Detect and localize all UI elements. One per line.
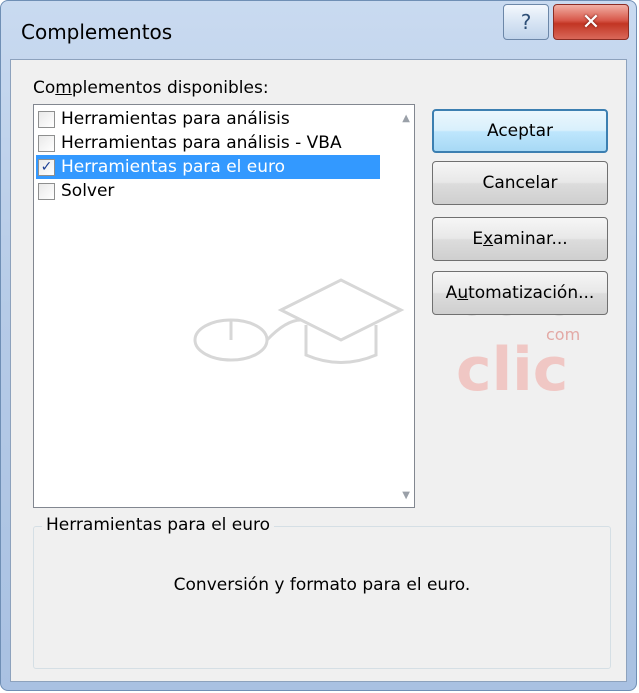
addin-description-text: Conversión y formato para el euro. [173, 575, 471, 595]
list-item-label: Herramientas para análisis - VBA [61, 133, 342, 153]
add-ins-dialog: Complementos ? ✕ Complementos disponible… [0, 0, 637, 691]
automation-button[interactable]: Au tomatización... [432, 271, 608, 315]
cancel-button[interactable]: Cancelar [432, 161, 608, 205]
list-item-analysis-toolpak-vba[interactable]: Herramientas para análisis - VBA [36, 131, 380, 155]
checkbox-euro-tools[interactable]: ✓ [38, 158, 55, 176]
scroll-down-arrow-icon[interactable]: ▼ [402, 490, 410, 501]
close-icon: ✕ [581, 9, 601, 35]
checkbox-analysis-toolpak[interactable] [38, 110, 55, 128]
addin-description-title: Herramientas para el euro [42, 515, 275, 535]
svg-text:clic: clic [456, 335, 568, 405]
checkbox-solver[interactable] [38, 182, 55, 200]
available-addins-label: Complementos disponibles: [33, 78, 269, 98]
help-button[interactable]: ? [503, 4, 549, 40]
list-item-euro-tools[interactable]: ✓ Herramientas para el euro [36, 155, 380, 179]
svg-text:com: com [546, 325, 580, 344]
scroll-up-arrow-icon[interactable]: ▲ [402, 113, 410, 124]
list-item-solver[interactable]: Solver [36, 179, 380, 203]
checkmark-icon: ✓ [40, 159, 53, 175]
addins-listbox[interactable]: Herramientas para análisis Herramientas … [33, 104, 415, 508]
list-item-label: Herramientas para el euro [61, 157, 286, 177]
title-bar[interactable]: Complementos ? ✕ [1, 1, 636, 59]
close-button[interactable]: ✕ [553, 4, 629, 40]
help-icon: ? [520, 10, 532, 34]
list-item-label: Solver [61, 181, 115, 201]
dialog-body: Complementos disponibles: Herramientas p… [10, 59, 627, 682]
accept-button[interactable]: Aceptar [432, 109, 608, 153]
browse-button[interactable]: Ex aminar... [432, 217, 608, 261]
list-item-label: Herramientas para análisis [61, 109, 290, 129]
checkbox-analysis-toolpak-vba[interactable] [38, 134, 55, 152]
list-item-analysis-toolpak[interactable]: Herramientas para análisis [36, 107, 380, 131]
addin-description-group: Herramientas para el euro Conversión y f… [33, 515, 611, 669]
dialog-title: Complementos [21, 20, 173, 44]
